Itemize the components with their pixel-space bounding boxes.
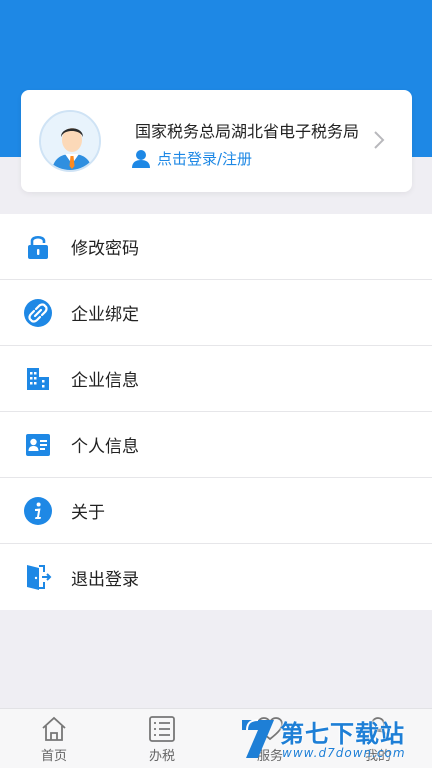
tab-label: 首页 (40, 749, 67, 764)
tab-label: 办税 (148, 749, 175, 764)
link-icon (24, 298, 52, 327)
menu-item-logout[interactable]: 退出登录 (0, 544, 432, 610)
building-icon (24, 365, 52, 393)
org-name: 国家税务总局湖北省电子税务局 (135, 122, 360, 141)
logout-icon (24, 563, 52, 591)
settings-menu: 修改密码 企业绑定 企业信息 个人信息 关于 退出登录 (0, 214, 432, 610)
menu-item-personal-info[interactable]: 个人信息 (0, 412, 432, 478)
watermark-title: 第七下载站 (280, 720, 405, 748)
user-avatar-icon (39, 110, 101, 172)
menu-label: 企业信息 (71, 371, 139, 391)
menu-item-change-password[interactable]: 修改密码 (0, 214, 432, 280)
menu-label: 退出登录 (71, 569, 139, 590)
login-link[interactable]: 点击登录/注册 (131, 148, 252, 169)
watermark-url: www.d7down.com (282, 746, 406, 760)
user-icon (132, 149, 150, 168)
lock-icon (24, 233, 52, 261)
watermark-logo-icon (242, 719, 274, 758)
info-icon (24, 496, 52, 525)
menu-item-company-info[interactable]: 企业信息 (0, 346, 432, 412)
menu-label: 修改密码 (71, 239, 139, 259)
list-icon (149, 716, 175, 742)
menu-label: 个人信息 (71, 437, 139, 457)
menu-label: 企业绑定 (71, 305, 139, 325)
id-card-icon (24, 431, 52, 459)
tab-tax[interactable]: 办税 (108, 709, 216, 768)
chevron-right-icon[interactable] (372, 129, 386, 151)
menu-item-bind-company[interactable]: 企业绑定 (0, 280, 432, 346)
tab-home[interactable]: 首页 (0, 709, 108, 768)
menu-label: 关于 (71, 503, 105, 523)
profile-card[interactable]: 国家税务总局湖北省电子税务局 点击登录/注册 (21, 90, 412, 192)
menu-item-about[interactable]: 关于 (0, 478, 432, 544)
watermark: 第七下载站 www.d7down.com (238, 712, 432, 768)
home-icon (42, 716, 66, 741)
login-label[interactable]: 点击登录/注册 (157, 148, 252, 169)
